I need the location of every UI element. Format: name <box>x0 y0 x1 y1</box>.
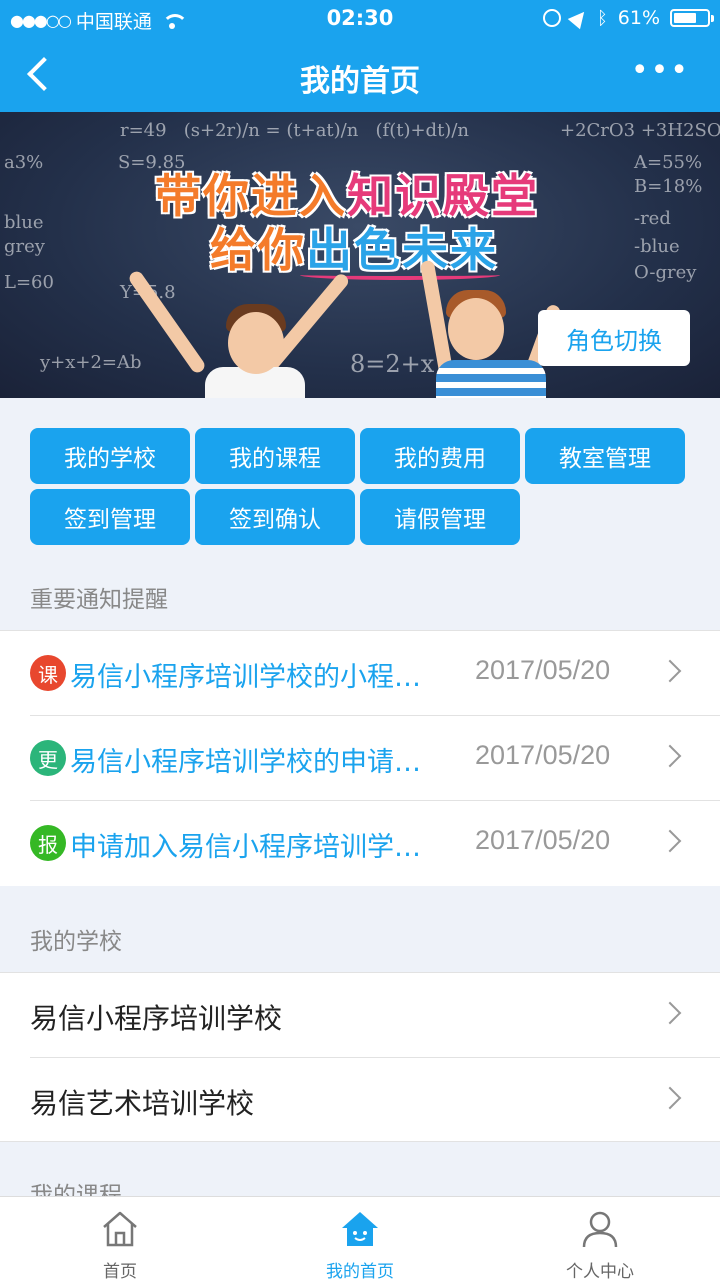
school-row[interactable]: 易信小程序培训学校 <box>0 973 720 1058</box>
chalk-decoration: y+x+2=Ab <box>40 352 142 373</box>
chalk-decoration: +2CrO3 +3H2SO4 <box>560 120 720 141</box>
menu-leave-manage-button[interactable]: 请假管理 <box>360 489 520 545</box>
tab-my-home[interactable]: 我的首页 <box>240 1197 480 1280</box>
nav-bar: 我的首页 ••• <box>0 36 720 112</box>
chalk-decoration: B=18% <box>634 176 703 197</box>
notice-badge: 更 <box>30 740 66 776</box>
more-button[interactable]: ••• <box>631 56 690 86</box>
status-right: ᛒ 61% <box>542 6 714 30</box>
menu-my-courses-button[interactable]: 我的课程 <box>195 428 355 484</box>
notices-list: 课 易信小程序培训学校的小程… 2017/05/20 更 易信小程序培训学校的申… <box>0 630 720 886</box>
chalk-decoration: grey <box>4 236 45 257</box>
notice-date: 2017/05/20 <box>475 825 611 855</box>
role-switch-button[interactable]: 角色切换 <box>538 310 690 366</box>
battery-percent: 61% <box>617 7 660 29</box>
tab-label: 个人中心 <box>566 1262 634 1280</box>
notice-badge: 课 <box>30 655 66 691</box>
notice-badge: 报 <box>30 825 66 861</box>
notice-date: 2017/05/20 <box>475 655 611 685</box>
tab-home[interactable]: 首页 <box>0 1197 240 1280</box>
chevron-right-icon <box>658 1001 682 1025</box>
slogan-part: 给你 <box>210 223 306 277</box>
notice-text: 申请加入易信小程序培训学… <box>70 832 421 863</box>
home-icon <box>103 1211 137 1247</box>
chalk-decoration: -blue <box>634 236 680 257</box>
chevron-right-icon <box>658 829 682 853</box>
chalk-decoration: A=55% <box>634 152 703 173</box>
rotation-lock-icon <box>542 9 561 27</box>
notice-text: 易信小程序培训学校的小程… <box>70 662 421 693</box>
chevron-right-icon <box>658 659 682 683</box>
menu-my-fees-button[interactable]: 我的费用 <box>360 428 520 484</box>
menu-checkin-confirm-button[interactable]: 签到确认 <box>195 489 355 545</box>
school-name: 易信艺术培训学校 <box>30 1087 255 1120</box>
notice-row[interactable]: 报 申请加入易信小程序培训学… 2017/05/20 <box>0 801 720 886</box>
location-icon <box>567 6 591 30</box>
menu-my-school-button[interactable]: 我的学校 <box>30 428 190 484</box>
notice-date: 2017/05/20 <box>475 740 611 770</box>
chalk-decoration: r=49 (s+2r)/n = (t+at)/n (f(t)+dt)/n <box>120 120 469 141</box>
notice-row[interactable]: 课 易信小程序培训学校的小程… 2017/05/20 <box>0 631 720 716</box>
chalk-decoration: -red <box>634 208 671 229</box>
chevron-right-icon <box>658 744 682 768</box>
chalk-decoration: blue <box>4 212 44 233</box>
page-title: 我的首页 <box>300 64 420 99</box>
top-bar: ●●●○○ 中国联通 02:30 ᛒ 61% 我的首页 ••• <box>0 0 720 112</box>
school-name: 易信小程序培训学校 <box>30 1002 283 1035</box>
notice-row[interactable]: 更 易信小程序培训学校的申请… 2017/05/20 <box>0 716 720 801</box>
tab-label: 首页 <box>103 1262 137 1280</box>
schools-list: 易信小程序培训学校 易信艺术培训学校 <box>0 972 720 1142</box>
person-icon <box>582 1211 618 1248</box>
slogan-underline <box>300 270 500 280</box>
battery-icon <box>670 9 714 27</box>
tab-label: 我的首页 <box>326 1262 394 1280</box>
chalk-decoration: 8=2+x <box>350 350 435 378</box>
status-bar: ●●●○○ 中国联通 02:30 ᛒ 61% <box>0 0 720 36</box>
menu-checkin-manage-button[interactable]: 签到管理 <box>30 489 190 545</box>
notice-text: 易信小程序培训学校的申请… <box>70 747 421 778</box>
slogan-highlight: 出色未来 <box>306 223 498 277</box>
tab-bar: 首页 我的首页 个人中心 <box>0 1196 720 1280</box>
schools-section-title: 我的学校 <box>30 929 122 955</box>
tab-personal-center[interactable]: 个人中心 <box>480 1197 720 1280</box>
bluetooth-icon: ᛒ <box>596 7 608 29</box>
my-home-icon <box>342 1212 378 1246</box>
chalk-decoration: O-grey <box>634 262 697 283</box>
banner: r=49 (s+2r)/n = (t+at)/n (f(t)+dt)/n S=9… <box>0 112 720 398</box>
school-row[interactable]: 易信艺术培训学校 <box>0 1058 720 1143</box>
chalk-decoration: L=60 <box>4 272 54 293</box>
notices-section-title: 重要通知提醒 <box>30 587 168 613</box>
chalk-decoration: a3% <box>4 152 44 173</box>
chevron-right-icon <box>658 1086 682 1110</box>
menu-classroom-button[interactable]: 教室管理 <box>525 428 685 484</box>
